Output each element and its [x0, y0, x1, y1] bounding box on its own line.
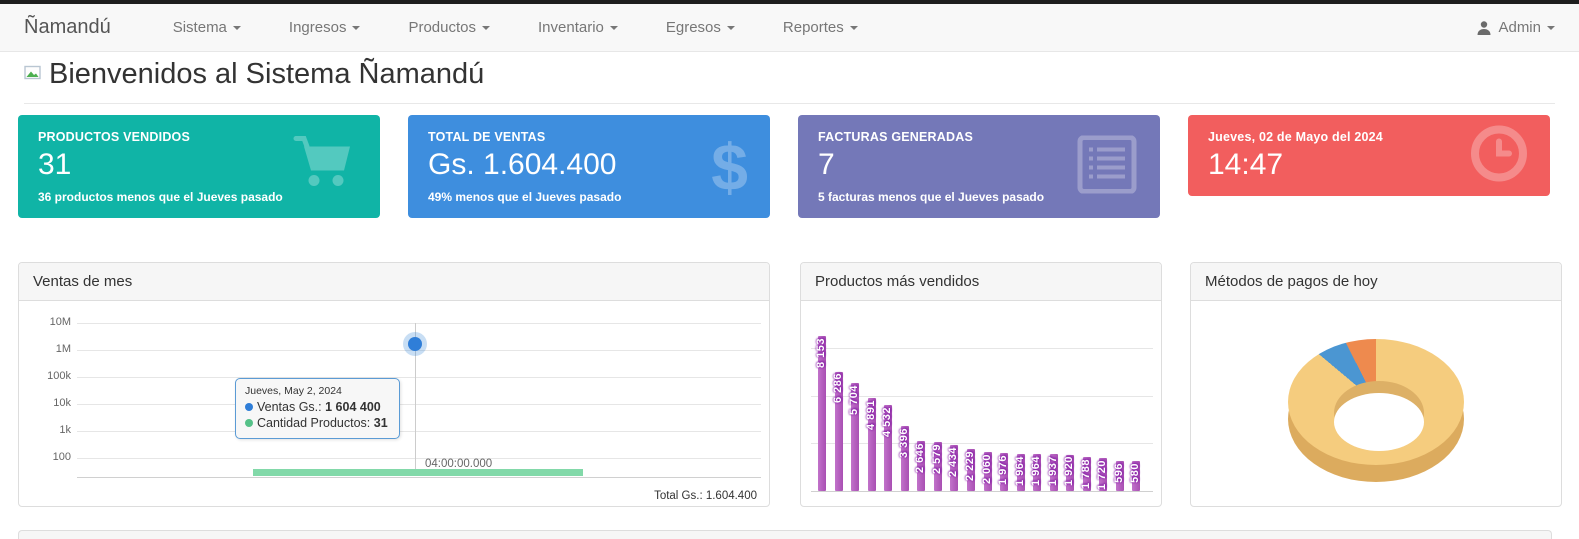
nav-item-egresos[interactable]: Egresos: [642, 4, 759, 51]
y-axis-tick-label: 1M: [19, 343, 71, 355]
nav-item-ingresos[interactable]: Ingresos: [265, 4, 385, 51]
tooltip-label: Ventas Gs.:: [257, 400, 322, 414]
series-bullet-blue: [245, 403, 253, 411]
tooltip-row-cantidad: Cantidad Productos: 31: [245, 415, 388, 431]
card-total-ventas: TOTAL DE VENTAS Gs. 1.604.400 49% menos …: [408, 115, 770, 218]
panel-productos-title: Productos más vendidos: [801, 263, 1161, 301]
bar-value-label: 1 964: [1030, 456, 1044, 486]
bottom-panel-cutoff: [18, 530, 1552, 539]
page-header: Bienvenidos al Sistema Ñamandú: [24, 58, 1555, 104]
gridline: [77, 377, 761, 378]
bar-value-label: 2 229: [964, 451, 978, 481]
x-axis-line: [811, 491, 1153, 492]
series-bullet-green: [245, 419, 253, 427]
tooltip-row-ventas: Ventas Gs.: 1 604 400: [245, 399, 388, 415]
chevron-down-icon: [1547, 26, 1555, 30]
pagos-plot: [1191, 301, 1561, 506]
chevron-down-icon: [482, 26, 490, 30]
chevron-down-icon: [727, 26, 735, 30]
gridline: [77, 458, 761, 459]
ventas-plot: 100 1k 10k 100k 1M 10M 04:00:00.000 Jueves, M…: [19, 301, 769, 506]
bar-value-label: 5 704: [848, 385, 862, 415]
nav-item-sistema[interactable]: Sistema: [149, 4, 265, 51]
tooltip-date: Jueves, May 2, 2024: [245, 385, 388, 397]
bar-value-label: 2 060: [981, 454, 995, 484]
stat-cards-row: PRODUCTOS VENDIDOS 31 36 productos menos…: [18, 115, 1550, 218]
bar-value-label: 1 937: [1047, 456, 1061, 486]
bar-value-label: 3 396: [898, 428, 912, 458]
bar-value-label: 1 920: [1063, 456, 1077, 486]
nav-menu: SistemaIngresosProductosInventarioEgreso…: [149, 4, 882, 51]
nav-item-productos[interactable]: Productos: [384, 4, 514, 51]
x-axis-line: [77, 477, 761, 478]
y-axis-tick-label: 10M: [19, 316, 71, 328]
chart-tooltip: Jueves, May 2, 2024 Ventas Gs.: 1 604 40…: [235, 378, 400, 439]
bar-value-label: 596: [1113, 463, 1127, 483]
user-menu[interactable]: Admin: [1476, 19, 1555, 36]
bar-value-label: 8 153: [815, 338, 829, 368]
tooltip-value: 1 604 400: [325, 400, 381, 414]
bar-value-label: 580: [1129, 463, 1143, 483]
clock-icon: [1470, 124, 1528, 187]
productos-plot: 8 1536 2865 7044 8914 5323 3962 6462 579…: [801, 301, 1161, 506]
card-subtitle: 49% menos que el Jueves pasado: [428, 190, 750, 204]
donut-hole: [1334, 393, 1424, 451]
card-productos-vendidos: PRODUCTOS VENDIDOS 31 36 productos menos…: [18, 115, 380, 218]
navbar: Ñamandú SistemaIngresosProductosInventar…: [0, 4, 1579, 52]
x-axis-tick-label: 04:00:00.000: [425, 458, 492, 470]
brand-logo[interactable]: Ñamandú: [24, 16, 111, 39]
nav-item-inventario[interactable]: Inventario: [514, 4, 642, 51]
y-axis-tick-label: 1k: [19, 424, 71, 436]
tooltip-label: Cantidad Productos:: [257, 416, 370, 430]
gridline: [811, 443, 1153, 444]
bar-value-label: 1 720: [1096, 460, 1110, 490]
cantidad-productos-bar[interactable]: [253, 469, 583, 476]
page-title-icon: [24, 64, 41, 86]
card-fecha-hora: Jueves, 02 de Mayo del 2024 14:47: [1188, 115, 1550, 196]
gridline: [811, 396, 1153, 397]
bar-value-label: 4 891: [865, 400, 879, 430]
y-axis-tick-label: 100k: [19, 370, 71, 382]
panel-ventas-title: Ventas de mes: [19, 263, 769, 301]
gridline: [77, 431, 761, 432]
card-value: Gs. 1.604.400: [428, 148, 750, 182]
panel-pagos-title: Métodos de pagos de hoy: [1191, 263, 1561, 301]
card-title: TOTAL DE VENTAS: [428, 130, 750, 144]
panel-productos-mas-vendidos: Productos más vendidos 8 1536 2865 7044 …: [800, 262, 1162, 507]
bar-value-label: 1 788: [1080, 459, 1094, 489]
y-axis-tick-label: 100: [19, 451, 71, 463]
card-facturas-generadas: FACTURAS GENERADAS 7 5 facturas menos qu…: [798, 115, 1160, 218]
bar-value-label: 2 434: [947, 447, 961, 477]
page-title: Bienvenidos al Sistema Ñamandú: [49, 58, 484, 91]
panel-metodos-de-pagos: Métodos de pagos de hoy: [1190, 262, 1562, 507]
bar-value-label: 4 532: [881, 407, 895, 437]
nav-item-reportes[interactable]: Reportes: [759, 4, 882, 51]
chevron-down-icon: [352, 26, 360, 30]
invoice-list-icon: [1076, 135, 1138, 198]
user-icon: [1476, 20, 1492, 36]
bar-value-label: 2 646: [914, 443, 928, 473]
user-label: Admin: [1498, 19, 1541, 36]
bar-value-label: 2 579: [931, 444, 945, 474]
bar-value-label: 1 964: [1014, 456, 1028, 486]
tooltip-value: 31: [374, 416, 388, 430]
chevron-down-icon: [610, 26, 618, 30]
dollar-icon: $: [711, 134, 748, 200]
chevron-down-icon: [850, 26, 858, 30]
chevron-down-icon: [233, 26, 241, 30]
gridline: [77, 323, 761, 324]
bar-value-label: 6 286: [832, 373, 846, 403]
bar-value-label: 1 976: [997, 455, 1011, 485]
gridline: [811, 348, 1153, 349]
total-gs-label: Total Gs.: 1.604.400: [654, 490, 757, 502]
gridline: [77, 404, 761, 405]
panel-ventas-de-mes: Ventas de mes 100 1k 10k 100k 1M 10M 04:00:00…: [18, 262, 770, 507]
y-axis-tick-label: 10k: [19, 397, 71, 409]
dashboard-page: Ñamandú SistemaIngresosProductosInventar…: [0, 0, 1579, 539]
cart-icon: [290, 134, 358, 199]
ventas-data-point[interactable]: [408, 337, 422, 351]
